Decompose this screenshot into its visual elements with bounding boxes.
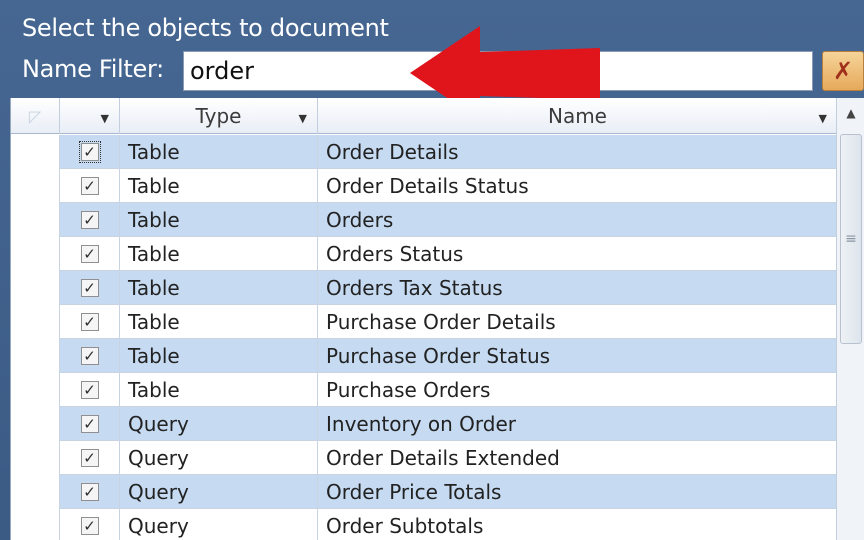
table-row[interactable]: ✓ Query Order Subtotals [11,509,836,540]
type-cell: Query [120,475,318,509]
name-cell: Purchase Orders [326,378,491,402]
include-checkbox[interactable]: ✓ [80,415,99,433]
table-row[interactable]: ✓ Query Order Price Totals [11,475,836,509]
chevron-down-icon[interactable]: ▼ [299,112,307,125]
type-column-label: Type [195,104,242,128]
table-row[interactable]: ✓ Table Orders Status [11,237,836,271]
scroll-thumb[interactable]: ≡ [840,134,862,344]
name-cell: Order Details [326,140,459,164]
name-cell: Order Details Extended [326,446,560,470]
chevron-down-icon[interactable]: ▼ [819,112,827,125]
scroll-up-icon[interactable]: ▲ [837,98,864,128]
include-checkbox[interactable]: ✓ [78,141,101,163]
table-row[interactable]: ✓ Table Order Details [11,135,836,169]
type-cell: Table [120,135,318,169]
table-row[interactable]: ✓ Table Orders [11,203,836,237]
row-selector[interactable] [11,441,60,475]
type-cell: Query [120,441,318,475]
include-cell: ✓ [60,339,120,373]
type-cell: Query [120,407,318,441]
row-selector[interactable] [11,509,60,540]
name-cell: Inventory on Order [326,412,516,436]
panel-heading: Select the objects to document [22,14,389,42]
name-column-label: Name [547,104,607,128]
include-checkbox[interactable]: ✓ [80,177,99,195]
include-checkbox[interactable]: ✓ [80,449,99,467]
row-selector[interactable] [11,475,60,509]
name-cell: Orders Status [326,242,464,266]
row-selector[interactable] [11,305,60,339]
type-cell: Table [120,237,318,271]
type-cell: Table [120,203,318,237]
name-cell: Order Subtotals [326,514,484,538]
select-all-header[interactable]: ◸ [11,98,60,134]
clear-filter-icon: ✗ [832,57,854,85]
name-cell: Order Price Totals [326,480,502,504]
grid-scrollbar[interactable]: ▲ ≡ [836,98,864,540]
objects-grid: ◸ ▼ Type ▼ Name ▼ ✓ Table Order Details ✓ Ta… [10,98,836,540]
table-row[interactable]: ✓ Table Purchase Orders [11,373,836,407]
include-cell: ✓ [60,169,120,203]
include-checkbox[interactable]: ✓ [80,279,99,297]
table-row[interactable]: ✓ Table Orders Tax Status [11,271,836,305]
include-cell: ✓ [60,203,120,237]
table-row[interactable]: ✓ Table Purchase Order Details [11,305,836,339]
type-cell: Table [120,305,318,339]
include-checkbox[interactable]: ✓ [80,347,99,365]
name-cell: Order Details Status [326,174,529,198]
checked-column-header[interactable]: ▼ [60,98,120,134]
include-cell: ✓ [60,407,120,441]
type-column-header[interactable]: Type ▼ [120,98,318,134]
table-row[interactable]: ✓ Table Order Details Status [11,169,836,203]
include-cell: ✓ [60,475,120,509]
type-cell: Query [120,509,318,540]
include-cell: ✓ [60,305,120,339]
include-cell: ✓ [60,237,120,271]
grid-header: ◸ ▼ Type ▼ Name ▼ [11,98,836,134]
name-cell: Purchase Order Status [326,344,551,368]
include-checkbox[interactable]: ✓ [80,381,99,399]
chevron-down-icon[interactable]: ▼ [101,112,109,125]
include-cell: ✓ [60,271,120,305]
type-cell: Table [120,339,318,373]
include-checkbox[interactable]: ✓ [80,313,99,331]
row-selector[interactable] [11,407,60,441]
row-selector[interactable] [11,237,60,271]
name-cell: Orders [326,208,394,232]
select-all-icon: ◸ [28,106,42,126]
row-selector[interactable] [11,169,60,203]
include-checkbox[interactable]: ✓ [80,517,99,535]
table-row[interactable]: ✓ Query Inventory on Order [11,407,836,441]
name-filter-label: Name Filter: [22,55,164,83]
include-checkbox[interactable]: ✓ [80,211,99,229]
table-row[interactable]: ✓ Table Purchase Order Status [11,339,836,373]
table-row[interactable]: ✓ Query Order Details Extended [11,441,836,475]
include-cell: ✓ [60,441,120,475]
row-selector[interactable] [11,271,60,305]
row-selector[interactable] [11,339,60,373]
row-selector[interactable] [11,203,60,237]
name-column-header[interactable]: Name ▼ [318,98,836,134]
document-objects-panel: Select the objects to document Name Filt… [0,0,864,540]
include-cell: ✓ [60,509,120,540]
include-cell: ✓ [60,135,120,169]
type-cell: Table [120,373,318,407]
name-cell: Purchase Order Details [326,310,556,334]
clear-filter-button[interactable]: ✗ [822,51,864,91]
include-checkbox[interactable]: ✓ [80,245,99,263]
type-cell: Table [120,169,318,203]
row-selector[interactable] [11,373,60,407]
name-cell: Orders Tax Status [326,276,503,300]
type-cell: Table [120,271,318,305]
row-selector[interactable] [11,135,60,169]
include-cell: ✓ [60,373,120,407]
include-checkbox[interactable]: ✓ [80,483,99,501]
